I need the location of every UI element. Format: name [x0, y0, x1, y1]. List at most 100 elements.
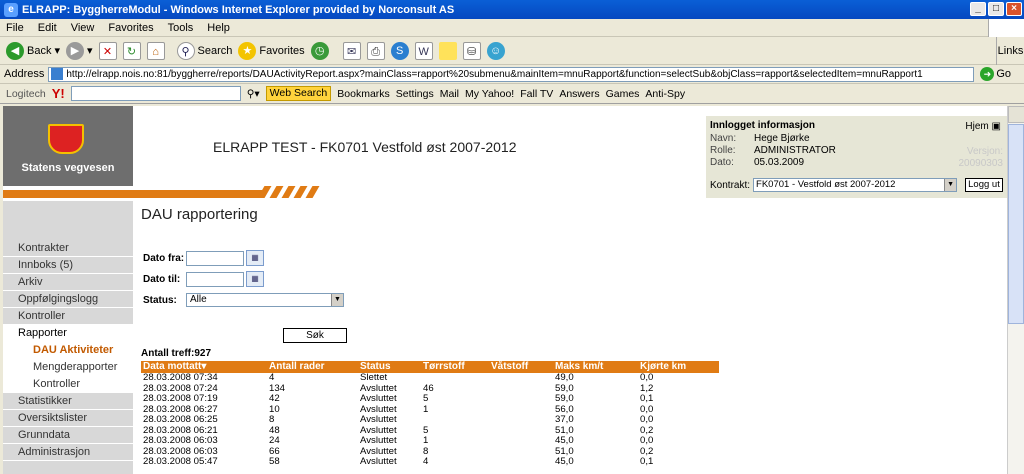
maximize-button[interactable]: □ [988, 2, 1004, 16]
table-row[interactable]: 28.03.2008 06:21 48 Avsluttet 5 51,0 0,2 [141, 425, 719, 437]
menu-tools[interactable]: Tools [168, 22, 194, 34]
report-table: Data mottatt▾ Antall rader Status Tørrst… [141, 361, 719, 468]
answers-button[interactable]: Answers [559, 88, 599, 100]
table-row[interactable]: 28.03.2008 07:19 42 Avsluttet 5 59,0 0,1 [141, 393, 719, 405]
date-from-input[interactable] [186, 251, 244, 266]
menu-help[interactable]: Help [207, 22, 230, 34]
table-row[interactable]: 28.03.2008 06:03 24 Avsluttet 1 45,0 0,0 [141, 435, 719, 447]
sidebar-item-kontroller[interactable]: Kontroller [3, 308, 133, 325]
menu-file[interactable]: File [6, 22, 24, 34]
table-cell: Avsluttet [360, 435, 397, 446]
sidebar-item-oversiktslister[interactable]: Oversiktslister [3, 410, 133, 427]
table-cell: 45,0 [555, 456, 574, 467]
sidebar-item-oppfolgingslogg[interactable]: Oppfølgingslogg [3, 291, 133, 308]
contract-select[interactable]: FK0701 - Vestfold øst 2007-2012 ▼ [753, 178, 958, 192]
address-input[interactable]: http://elrapp.nois.no:81/byggherre/repor… [48, 66, 975, 82]
window-titlebar: e ELRAPP: ByggherreModul - Windows Inter… [0, 0, 1024, 19]
logitech-button[interactable]: Logitech [6, 88, 46, 100]
anti-spy-button[interactable]: Anti-Spy [645, 88, 685, 100]
logout-button[interactable]: Logg ut [965, 178, 1003, 192]
search-button[interactable]: ⚲ Search [176, 41, 232, 60]
sidebar-item-administrasjon[interactable]: Administrasjon [3, 444, 133, 461]
table-row[interactable]: 28.03.2008 06:25 8 Avsluttet 37,0 0,0 [141, 414, 719, 426]
sidebar-item-innboks[interactable]: Innboks (5) [3, 257, 133, 274]
table-header: Data mottatt▾ Antall rader Status Tørrst… [141, 361, 719, 373]
status-select[interactable]: Alle ▼ [186, 293, 344, 307]
fall-tv-button[interactable]: Fall TV [520, 88, 553, 100]
people-icon[interactable]: ☺ [486, 41, 505, 60]
print-icon[interactable]: ⎙ [366, 41, 385, 60]
table-row[interactable]: 28.03.2008 07:34 4 Slettet 49,0 0,0 [141, 372, 719, 384]
mail-icon[interactable]: ✉ [342, 41, 361, 60]
links-button[interactable]: Links [996, 37, 1024, 65]
sidebar-item-statistikker[interactable]: Statistikker [3, 393, 133, 410]
table-cell: Avsluttet [360, 414, 397, 425]
calendar-icon[interactable]: ▦ [246, 271, 264, 287]
magnifier-icon[interactable]: ⚲▾ [247, 88, 260, 100]
my-yahoo-button[interactable]: My Yahoo! [465, 88, 514, 100]
table-row[interactable]: 28.03.2008 06:03 66 Avsluttet 8 51,0 0,2 [141, 445, 719, 458]
go-button[interactable]: ➜ Go [980, 67, 1011, 81]
sidebar-item-arkiv[interactable]: Arkiv [3, 274, 133, 291]
login-info-heading: Innlogget informasjon [710, 120, 815, 131]
stop-icon[interactable]: ✕ [98, 41, 117, 60]
menu-view[interactable]: View [71, 22, 95, 34]
table-cell: 5 [423, 393, 429, 404]
bookmarks-button[interactable]: Bookmarks [337, 88, 390, 100]
sidebar-subitem-mengderapporter[interactable]: Mengderapporter [3, 359, 133, 376]
menu-edit[interactable]: Edit [38, 22, 57, 34]
sidebar-item-rapporter[interactable]: Rapporter [3, 325, 133, 342]
close-button[interactable]: × [1006, 2, 1022, 16]
header-antall-rader[interactable]: Antall rader [269, 361, 360, 373]
go-arrow-icon: ➜ [980, 67, 995, 81]
contract-label: Kontrakt: [710, 179, 751, 191]
favorites-button[interactable]: ★ Favorites [238, 41, 305, 60]
search-submit-button[interactable]: Søk [283, 328, 347, 343]
scroll-up-arrow-icon[interactable] [1008, 106, 1024, 123]
notes-icon[interactable] [438, 41, 457, 60]
forward-button[interactable]: ▶ ▾ [66, 41, 93, 60]
sidebar-subitem-dau-aktiviteter[interactable]: DAU Aktiviteter [3, 342, 133, 359]
table-cell [423, 415, 491, 426]
table-row[interactable]: 28.03.2008 05:47 58 Avsluttet 4 45,0 0,1 [141, 456, 719, 468]
sidebar-subitem-kontroller[interactable]: Kontroller [3, 376, 133, 393]
games-button[interactable]: Games [606, 88, 640, 100]
sidebar-item-grunndata[interactable]: Grunndata [3, 427, 133, 444]
vertical-scrollbar[interactable] [1007, 106, 1024, 474]
yahoo-logo[interactable]: Y! [52, 86, 65, 101]
mail-button[interactable]: Mail [440, 88, 459, 100]
edit-icon[interactable]: W [414, 41, 433, 60]
back-button[interactable]: ◀ Back ▾ [6, 41, 60, 60]
table-row[interactable]: 28.03.2008 06:27 10 Avsluttet 1 56,0 0,0 [141, 404, 719, 416]
menu-favorites[interactable]: Favorites [108, 22, 153, 34]
table-row[interactable]: 28.03.2008 07:24 134 Avsluttet 46 59,0 1,2 [141, 383, 719, 395]
history-icon[interactable]: ◷ [310, 41, 329, 60]
page-title: ELRAPP TEST - FK0701 Vestfold øst 2007-2… [213, 139, 517, 155]
table-cell [491, 447, 555, 458]
search-icon: ⚲ [176, 41, 195, 60]
web-search-button[interactable]: Web Search [265, 86, 332, 101]
brand-logo[interactable]: Statens vegvesen [3, 106, 133, 186]
sidebar: Kontrakter Innboks (5) Arkiv Oppfølgings… [3, 201, 133, 474]
calendar-icon[interactable]: ▦ [246, 250, 264, 266]
info-name-row: Navn: Hege Bjørke [710, 133, 810, 144]
date-to-input[interactable] [186, 272, 244, 287]
table-cell: 4 [423, 456, 429, 467]
sidebar-item-kontrakter[interactable]: Kontrakter [3, 240, 133, 257]
table-cell: 66 [269, 445, 280, 457]
table-cell: Slettet [360, 372, 388, 383]
home-icon[interactable]: ⌂ [146, 41, 165, 60]
home-link[interactable]: Hjem ▣ [965, 121, 1001, 132]
settings-button[interactable]: Settings [396, 88, 434, 100]
refresh-icon[interactable]: ↻ [122, 41, 141, 60]
messenger-icon[interactable]: S [390, 41, 409, 60]
header-vatstoff[interactable]: Våtstoff [491, 361, 555, 373]
header-torrstoff[interactable]: Tørrstoff [423, 361, 491, 373]
table-cell: 58 [269, 456, 280, 467]
table-cell: 0,1 [640, 456, 654, 467]
minimize-button[interactable]: _ [970, 2, 986, 16]
scroll-thumb[interactable] [1008, 124, 1024, 324]
research-icon[interactable]: ⛁ [462, 41, 481, 60]
table-cell [491, 436, 555, 447]
yahoo-search-input[interactable] [70, 86, 241, 101]
